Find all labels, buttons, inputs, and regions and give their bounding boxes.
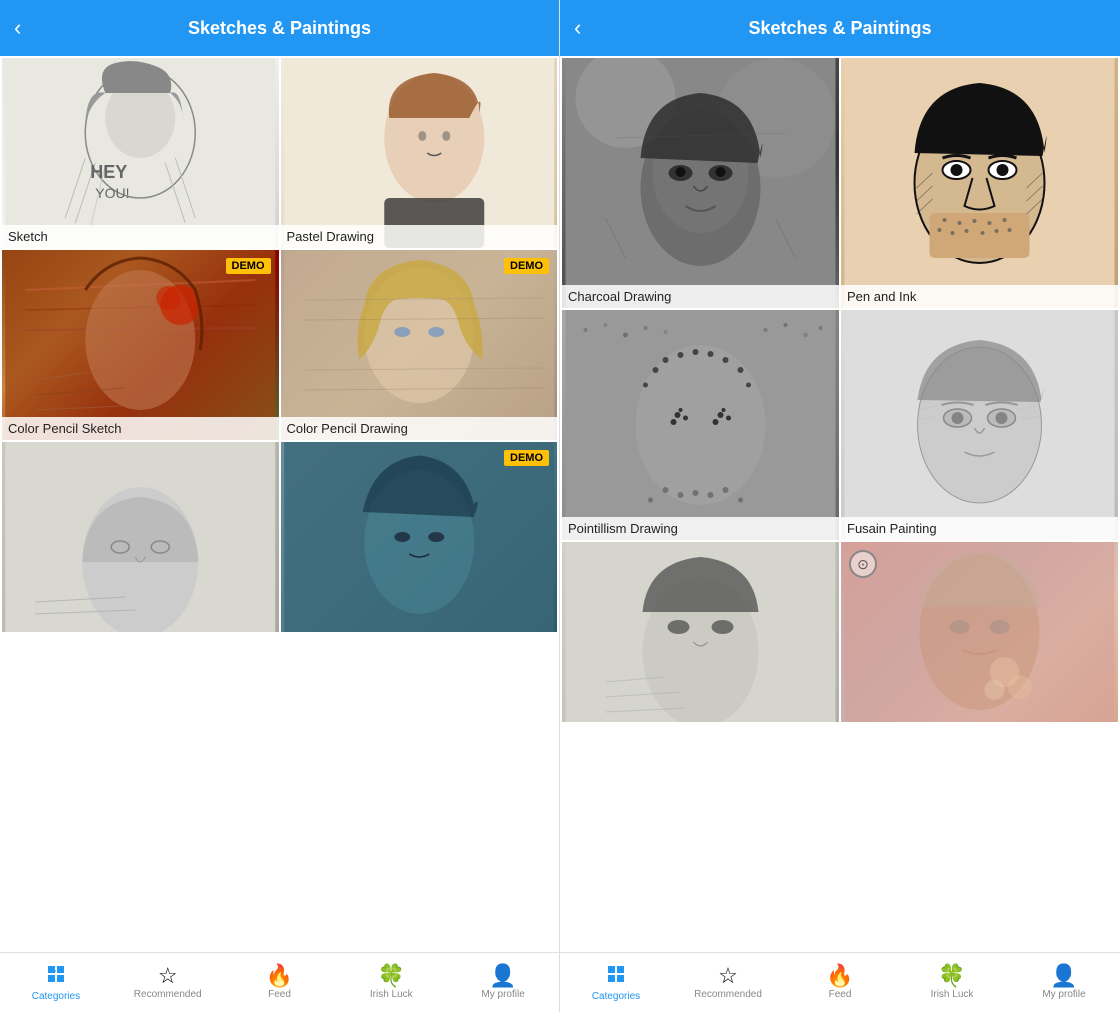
star-icon: ☆	[158, 965, 178, 987]
person-icon-right: 👤	[1050, 965, 1077, 987]
grid-icon-right	[605, 963, 627, 989]
filter-item-pen-ink[interactable]: Pen and Ink	[841, 58, 1118, 308]
star-icon-right: ☆	[718, 965, 738, 987]
left-header: ‹ Sketches & Paintings	[0, 0, 559, 56]
filter-image-pointillism	[562, 310, 839, 540]
filter-image-sketch: HEY YOU!	[2, 58, 279, 248]
person-icon-left: 👤	[489, 965, 516, 987]
nav-label-categories-left: Categories	[32, 991, 80, 1002]
left-back-button[interactable]: ‹	[14, 15, 21, 41]
filter-item-double-exposure[interactable]: ⊙	[841, 542, 1118, 722]
filter-label-pastel: Pastel Drawing	[281, 225, 558, 248]
filter-item-charcoal[interactable]: Charcoal Drawing	[562, 58, 839, 308]
left-filter-grid: HEY YOU! Sketch	[0, 56, 559, 634]
clover-icon-right: 🍀	[938, 965, 965, 987]
filter-item-sketch2[interactable]	[2, 442, 279, 632]
svg-text:HEY: HEY	[90, 162, 127, 182]
nav-item-profile-left[interactable]: 👤 My profile	[447, 965, 559, 1000]
nav-label-irish-luck-left: Irish Luck	[370, 989, 413, 1000]
filter-image-pen-ink	[841, 58, 1118, 308]
filter-image-sketch2	[2, 442, 279, 632]
nav-label-recommended-right: Recommended	[694, 989, 762, 1000]
nav-label-profile-left: My profile	[481, 989, 524, 1000]
filter-label-charcoal: Charcoal Drawing	[562, 285, 839, 308]
nav-item-irish-luck-right[interactable]: 🍀 Irish Luck	[896, 965, 1008, 1000]
flame-icon-right: 🔥	[826, 965, 853, 987]
filter-image-demo3: DEMO	[281, 442, 558, 632]
right-header-title: Sketches & Paintings	[748, 18, 931, 39]
left-scroll-content: HEY YOU! Sketch	[0, 56, 559, 952]
nav-item-profile-right[interactable]: 👤 My profile	[1008, 965, 1120, 1000]
right-panel: ‹ Sketches & Paintings	[560, 0, 1120, 1012]
filter-label-sketch: Sketch	[2, 225, 279, 248]
left-panel: ‹ Sketches & Paintings HEY	[0, 0, 560, 1012]
grid-icon	[45, 963, 67, 989]
filter-image-double-exposure: ⊙	[841, 542, 1118, 722]
nav-item-categories-right[interactable]: Categories	[560, 963, 672, 1002]
nav-label-irish-luck-right: Irish Luck	[931, 989, 974, 1000]
right-bottom-nav: Categories ☆ Recommended 🔥 Feed 🍀 Irish …	[560, 952, 1120, 1012]
right-filter-grid: Charcoal Drawing	[560, 56, 1120, 724]
right-row-2: Pointillism Drawing	[562, 310, 1118, 540]
nav-label-categories-right: Categories	[592, 991, 640, 1002]
flame-icon: 🔥	[266, 965, 293, 987]
right-header: ‹ Sketches & Paintings	[560, 0, 1120, 56]
filter-label-fusain: Fusain Painting	[841, 517, 1118, 540]
filter-item-demo3[interactable]: DEMO	[281, 442, 558, 632]
filter-image-fusain	[841, 310, 1118, 540]
nav-item-recommended-left[interactable]: ☆ Recommended	[112, 965, 224, 1000]
filter-image-charcoal	[562, 58, 839, 308]
nav-item-irish-luck-left[interactable]: 🍀 Irish Luck	[335, 965, 447, 1000]
clover-icon: 🍀	[378, 965, 405, 987]
left-header-title: Sketches & Paintings	[188, 18, 371, 39]
nav-label-feed-right: Feed	[829, 989, 852, 1000]
demo-badge-cpencil-drawing: DEMO	[504, 258, 549, 274]
filter-item-pointillism[interactable]: Pointillism Drawing	[562, 310, 839, 540]
nav-item-categories-left[interactable]: Categories	[0, 963, 112, 1002]
demo-badge-item6: DEMO	[504, 450, 549, 466]
nav-label-feed-left: Feed	[268, 989, 291, 1000]
left-bottom-nav: Categories ☆ Recommended 🔥 Feed 🍀 Irish …	[0, 952, 559, 1012]
filter-item-fusain[interactable]: Fusain Painting	[841, 310, 1118, 540]
filter-item-cpencil-sketch[interactable]: DEMO	[2, 250, 279, 440]
right-row-3: ⊙	[562, 542, 1118, 722]
nav-item-feed-left[interactable]: 🔥 Feed	[224, 965, 336, 1000]
filter-item-cpencil-drawing[interactable]: DEMO	[281, 250, 558, 440]
svg-text:YOU!: YOU!	[95, 185, 129, 201]
filter-image-pastel	[281, 58, 558, 248]
filter-image-sketch-bottom	[562, 542, 839, 722]
filter-label-cpencil-drawing: Color Pencil Drawing	[281, 417, 558, 440]
nav-label-recommended-left: Recommended	[134, 989, 202, 1000]
filter-item-pastel[interactable]: Pastel Drawing	[281, 58, 558, 248]
double-exposure-icon: ⊙	[849, 550, 877, 578]
right-row-1: Charcoal Drawing	[562, 58, 1118, 308]
right-back-button[interactable]: ‹	[574, 15, 581, 41]
nav-label-profile-right: My profile	[1042, 989, 1085, 1000]
filter-item-sketch-bottom[interactable]	[562, 542, 839, 722]
filter-label-pen-ink: Pen and Ink	[841, 285, 1118, 308]
right-scroll-content: Charcoal Drawing	[560, 56, 1120, 952]
filter-image-cpencil-sketch: DEMO	[2, 250, 279, 440]
nav-item-feed-right[interactable]: 🔥 Feed	[784, 965, 896, 1000]
filter-label-cpencil-sketch: Color Pencil Sketch	[2, 417, 279, 440]
filter-image-cpencil-drawing: DEMO	[281, 250, 558, 440]
nav-item-recommended-right[interactable]: ☆ Recommended	[672, 965, 784, 1000]
filter-label-pointillism: Pointillism Drawing	[562, 517, 839, 540]
demo-badge-cpencil-sketch: DEMO	[226, 258, 271, 274]
filter-item-sketch[interactable]: HEY YOU! Sketch	[2, 58, 279, 248]
